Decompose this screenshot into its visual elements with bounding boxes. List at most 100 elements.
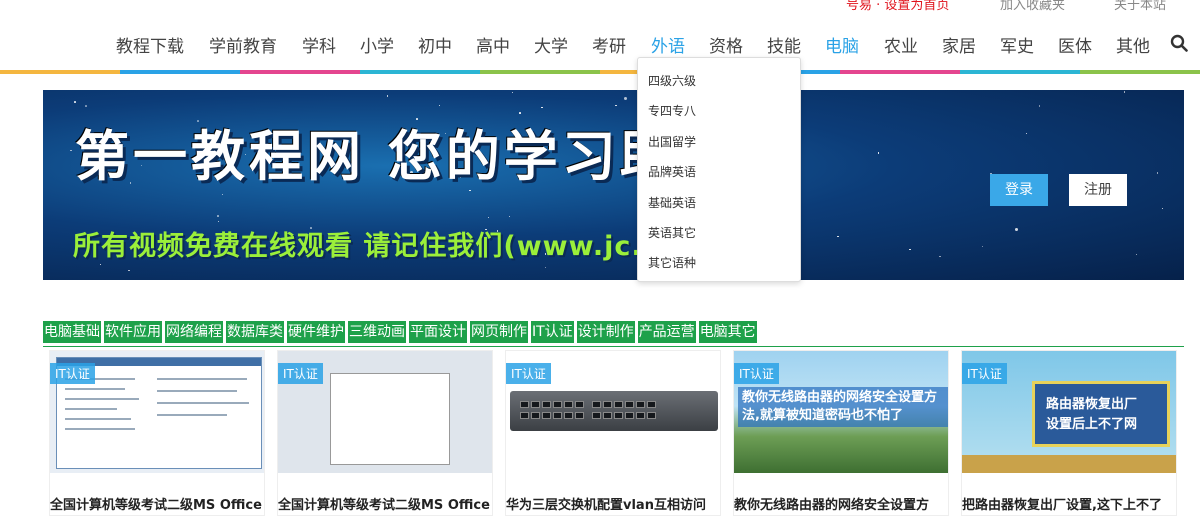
banner-star [939, 255, 941, 258]
login-button[interactable]: 登录 [990, 174, 1048, 206]
banner-subtitle: 所有视频免费在线观看 请记住我们(www.jc.com) [73, 231, 722, 262]
banner-star [217, 220, 220, 223]
card-badge: IT认证 [50, 363, 95, 384]
foreign-language-dropdown: 四级六级 专四专八 出国留学 品牌英语 基础英语 英语其它 其它语种 [637, 57, 801, 282]
banner-star [386, 95, 389, 97]
banner-star [128, 269, 130, 272]
category-tab[interactable]: 设计制作 [576, 321, 635, 343]
nav-item-primary[interactable]: 小学 [360, 32, 394, 57]
card-badge: IT认证 [734, 363, 779, 384]
search-icon[interactable] [1170, 34, 1188, 52]
dropdown-item-study-abroad[interactable]: 出国留学 [648, 133, 696, 150]
category-tab[interactable]: 数据库类 [226, 321, 284, 343]
category-tab[interactable]: IT认证 [531, 321, 574, 343]
card-title[interactable]: 华为三层交换机配置vlan互相访问 [506, 494, 706, 513]
category-tab[interactable]: 软件应用 [104, 321, 162, 343]
course-card[interactable]: 教你无线路由器的网络安全设置方法,就算被知道密码也不怕了 IT认证 教你无线路由… [733, 350, 949, 516]
banner-star [217, 215, 219, 217]
dropdown-item-tem[interactable]: 专四专八 [648, 102, 696, 119]
switch-port [531, 412, 540, 419]
category-tabs: 电脑基础 软件应用 网络编程 数据库类 硬件维护 三维动画 平面设计 网页制作 … [43, 321, 757, 343]
add-favorite-link[interactable]: 加入收藏夹 [1000, 0, 1065, 13]
course-card[interactable]: IT认证 华为三层交换机配置vlan互相访问 [505, 350, 721, 516]
banner-star [544, 266, 547, 269]
nav-item-junior[interactable]: 初中 [418, 32, 452, 57]
switch-port [553, 412, 562, 419]
banner-star [541, 106, 543, 109]
banner-star [624, 96, 628, 100]
category-tab[interactable]: 硬件维护 [287, 321, 345, 343]
card-title[interactable]: 全国计算机等级考试二级MS Office [278, 494, 490, 513]
nav-item-university[interactable]: 大学 [534, 32, 568, 57]
nav-item-subjects[interactable]: 学科 [302, 32, 336, 57]
nav-item-postgrad[interactable]: 考研 [592, 32, 626, 57]
card-badge: IT认证 [962, 363, 1007, 384]
course-card[interactable]: IT认证 全国计算机等级考试二级MS Office [277, 350, 493, 516]
nav-item-medical-sports[interactable]: 医体 [1058, 32, 1092, 57]
banner-star [70, 149, 72, 152]
banner-star [99, 263, 102, 266]
switch-port [614, 401, 623, 408]
about-link[interactable]: 关于本站 [1114, 0, 1166, 13]
top-strip: 号易 · 设置为首页 加入收藏夹 关于本站 [0, 0, 1200, 13]
category-tab[interactable]: 三维动画 [348, 321, 406, 343]
dropdown-item-cet[interactable]: 四级六级 [648, 72, 696, 89]
nav-item-home[interactable]: 家居 [942, 32, 976, 57]
dropdown-item-english-other[interactable]: 英语其它 [648, 224, 696, 241]
nav-item-military-history[interactable]: 军史 [1000, 32, 1034, 57]
nav-item-preschool[interactable]: 学前教育 [209, 32, 277, 57]
switch-port [531, 401, 540, 408]
switch-port [564, 412, 573, 419]
banner-star [1025, 132, 1028, 135]
banner-star [837, 235, 839, 238]
nav-item-other[interactable]: 其他 [1116, 32, 1150, 57]
switch-port [542, 412, 551, 419]
dropdown-item-brand-english[interactable]: 品牌英语 [648, 163, 696, 180]
category-tab[interactable]: 平面设计 [409, 321, 467, 343]
switch-port [603, 401, 612, 408]
card-title[interactable]: 把路由器恢复出厂设置,这下上不了 [962, 494, 1162, 513]
category-tab[interactable]: 电脑其它 [698, 321, 757, 343]
course-card[interactable]: 路由器恢复出厂 设置后上不了网 IT认证 把路由器恢复出厂设置,这下上不了 [961, 350, 1177, 516]
switch-port [592, 401, 601, 408]
banner-star [1123, 91, 1126, 93]
dropdown-item-basic-english[interactable]: 基础英语 [648, 194, 696, 211]
switch-port [614, 412, 623, 419]
banner-star [909, 248, 911, 251]
switch-port [542, 401, 551, 408]
banner-star [487, 216, 490, 219]
switch-port [647, 401, 656, 408]
nav-item-computer[interactable]: 电脑 [825, 32, 859, 57]
switch-port [564, 401, 573, 408]
card-title[interactable]: 教你无线路由器的网络安全设置方 [734, 494, 929, 513]
card-badge: IT认证 [278, 363, 323, 384]
switch-port [625, 401, 634, 408]
course-card[interactable]: IT认证 全国计算机等级考试二级MS Office [49, 350, 265, 516]
category-tab[interactable]: 网络编程 [165, 321, 223, 343]
nav-item-agriculture[interactable]: 农业 [884, 32, 918, 57]
banner-star [877, 152, 880, 154]
card-thumbnail-caption: 路由器恢复出厂 设置后上不了网 [1046, 395, 1137, 435]
category-tab[interactable]: 网页制作 [470, 321, 528, 343]
banner-star [438, 104, 441, 107]
switch-port [647, 412, 656, 419]
banner-star [615, 104, 617, 107]
banner-star [1015, 228, 1019, 232]
caption-line: 设置后上不了网 [1046, 417, 1138, 432]
dropdown-item-other-languages[interactable]: 其它语种 [648, 254, 696, 271]
nav-item-senior[interactable]: 高中 [476, 32, 510, 57]
nav-item-tutorial-download[interactable]: 教程下载 [116, 32, 184, 57]
category-tab[interactable]: 产品运营 [637, 321, 696, 343]
nav-item-qualification[interactable]: 资格 [709, 32, 743, 57]
category-tab[interactable]: 电脑基础 [43, 321, 101, 343]
caption-line: 路由器恢复出厂 [1046, 397, 1138, 412]
banner-star [1156, 172, 1159, 174]
main-nav: 教程下载 学前教育 学科 小学 初中 高中 大学 考研 外语 资格 技能 电脑 … [0, 30, 1200, 60]
nav-item-foreign-language[interactable]: 外语 [651, 32, 685, 57]
register-button[interactable]: 注册 [1069, 174, 1127, 206]
set-homepage-link[interactable]: 号易 · 设置为首页 [846, 0, 949, 13]
hero-banner: 第一教程网 您的学习助手 所有视频免费在线观看 请记住我们(www.jc.com… [43, 90, 1184, 280]
nav-item-skills[interactable]: 技能 [767, 32, 801, 57]
card-title[interactable]: 全国计算机等级考试二级MS Office [50, 494, 262, 513]
switch-port [625, 412, 634, 419]
